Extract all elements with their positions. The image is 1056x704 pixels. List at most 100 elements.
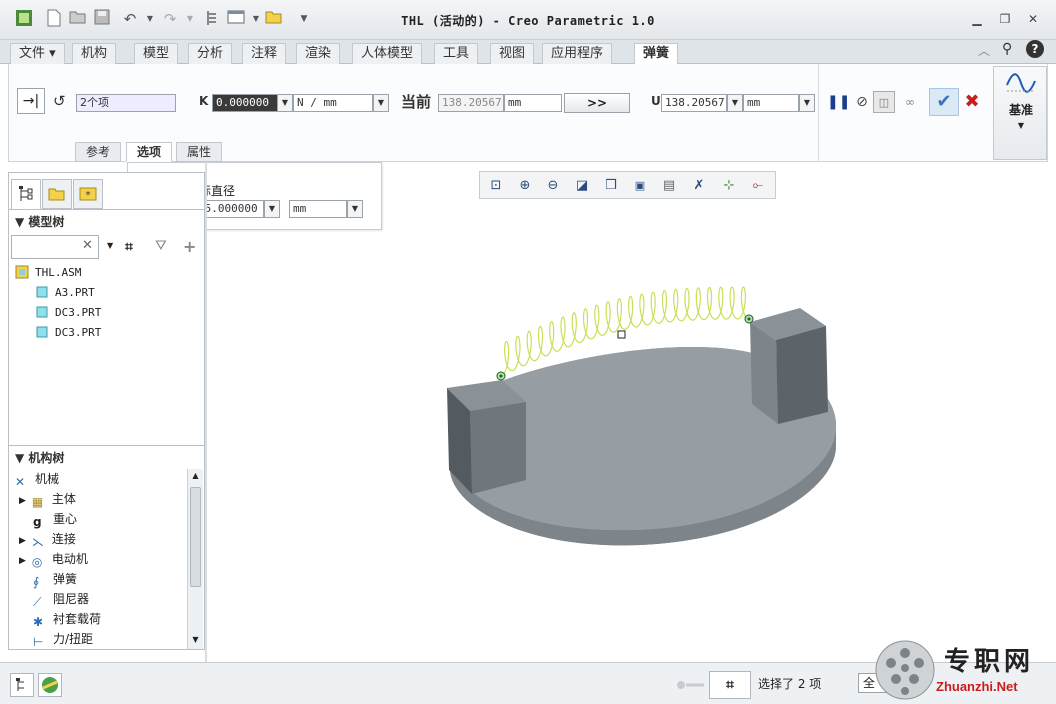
message-indicator	[676, 679, 704, 689]
bodies-icon: ▦	[31, 495, 44, 509]
connection-icon: ⋋	[31, 535, 44, 549]
minimize-button[interactable]: ▁	[966, 10, 988, 28]
scrollbar-thumb[interactable]	[190, 487, 201, 587]
drag-handle[interactable]	[617, 330, 626, 339]
mech-item-springs[interactable]: ∮ 弹簧	[33, 569, 77, 589]
tab-model[interactable]: 模型	[134, 43, 179, 64]
display-style-icon[interactable]: ❒	[600, 175, 622, 197]
expand-icon[interactable]: ▶	[19, 496, 26, 506]
subtab-options[interactable]: 选项	[126, 142, 173, 162]
tab-view[interactable]: 视图	[490, 43, 535, 64]
folder-browser-tab[interactable]	[42, 179, 72, 209]
tab-applications[interactable]: 应用程序	[542, 43, 613, 64]
u-label: U	[651, 94, 661, 108]
mech-item-motors[interactable]: ▶ ◎ 电动机	[19, 549, 88, 569]
tab-annotate[interactable]: 注释	[242, 43, 287, 64]
part-icon	[35, 305, 49, 319]
mechanism-scrollbar[interactable]: ▲ ▼	[187, 469, 203, 649]
tab-analysis[interactable]: 分析	[188, 43, 233, 64]
watermark-text: 专职网	[944, 647, 1035, 677]
mech-root[interactable]: ✕ 机械	[15, 469, 59, 489]
view-manager-icon[interactable]: ▤	[658, 175, 680, 197]
zoom-out-icon[interactable]: ⊖	[542, 175, 564, 197]
expand-icon[interactable]: ▶	[19, 556, 26, 566]
zoom-in-icon[interactable]: ⊕	[514, 175, 536, 197]
tree-settings-dropdown-icon[interactable]: ▼	[107, 241, 113, 250]
find-binoculars-icon[interactable]: ⌗	[709, 671, 751, 699]
no-preview-icon[interactable]: ⊘	[851, 91, 873, 113]
status-bar: ⌗ 选择了 2 项 全 专职网 Zhuanzhi.Net	[0, 640, 1056, 704]
mechanism-tree-header[interactable]: ▼ 机构树	[11, 449, 204, 467]
minimize-ribbon-icon[interactable]: ︿	[978, 42, 990, 59]
datum-display-icon[interactable]: ✗	[688, 175, 710, 197]
pause-icon[interactable]: ❚❚	[827, 91, 850, 113]
repaint-icon[interactable]: ◪	[571, 175, 593, 197]
tree-item-part[interactable]: DC3.PRT	[35, 303, 101, 323]
tree-item-asm[interactable]: THL.ASM	[15, 263, 81, 283]
tree-search-input[interactable]: ✕	[11, 235, 99, 259]
expand-icon[interactable]: ▶	[19, 536, 26, 546]
k-unit-select[interactable]: N / mm	[293, 94, 373, 112]
mech-item-gravity[interactable]: g 重心	[33, 509, 77, 529]
current-unit-field: mm	[504, 94, 562, 112]
spring-start-point[interactable]	[496, 371, 506, 381]
ok-checkmark-icon[interactable]: ✔	[929, 88, 959, 116]
tab-file[interactable]: 文件 ▾	[10, 43, 65, 64]
spring-end-point[interactable]	[744, 314, 754, 324]
cancel-x-icon[interactable]: ✖	[961, 91, 983, 113]
u-input[interactable]: 138.20567	[661, 94, 727, 112]
mech-item-connections[interactable]: ▶ ⋋ 连接	[19, 529, 76, 549]
u-unit-dropdown[interactable]: ▼	[799, 94, 815, 112]
watermark-logo	[874, 639, 936, 701]
extension-spring-icon[interactable]: →|	[17, 88, 45, 114]
spin-center-icon[interactable]: ⊹	[718, 175, 740, 197]
filter-icon[interactable]: ⛛	[155, 238, 167, 254]
saved-orientations-icon[interactable]: ▣	[629, 175, 651, 197]
model-tree-tab[interactable]	[11, 179, 41, 209]
tree-item-part[interactable]: A3.PRT	[35, 283, 95, 303]
model-tree-header[interactable]: ▼ 模型树	[11, 213, 204, 231]
tree-item-part[interactable]: DC3.PRT	[35, 323, 101, 343]
refit-icon[interactable]: ⊡	[485, 175, 507, 197]
u-unit-select[interactable]: mm	[743, 94, 799, 112]
tab-spring[interactable]: 弹簧	[634, 43, 679, 65]
add-column-icon[interactable]: +	[183, 237, 196, 256]
mech-item-force-torque[interactable]: ⊢ 力/扭距	[33, 629, 93, 649]
scroll-down-icon[interactable]: ▼	[188, 633, 203, 647]
tab-manikin[interactable]: 人体模型	[352, 43, 423, 64]
clear-icon[interactable]: ✕	[82, 238, 93, 253]
close-button[interactable]: ✕	[1022, 10, 1044, 28]
help-icon[interactable]: ?	[1026, 40, 1044, 58]
k-history-dropdown[interactable]: ▼	[277, 94, 293, 112]
apply-current-button[interactable]: >>	[564, 93, 630, 113]
annotation-display-icon[interactable]: ⟜	[747, 175, 769, 197]
tab-divider	[9, 209, 206, 210]
mech-item-dampers[interactable]: ⟋ 阻尼器	[33, 589, 89, 609]
favorites-tab[interactable]: *	[73, 179, 103, 209]
scroll-up-icon[interactable]: ▲	[188, 469, 203, 483]
references-collector[interactable]: 2个项	[76, 94, 176, 112]
mech-item-bushing-loads[interactable]: ✱ 衬套载荷	[33, 609, 101, 629]
datum-button[interactable]: 基准 ▼	[993, 66, 1047, 160]
tab-tools[interactable]: 工具	[434, 43, 479, 64]
k-input[interactable]: 0.000000	[212, 94, 278, 112]
direction-icon[interactable]: ↺	[53, 92, 66, 110]
mech-item-bodies[interactable]: ▶ ▦ 主体	[19, 489, 76, 509]
navigator-panel: * ▼ 模型树 ✕ ▼ ⌗ ⛛ + THL.ASM A3.PRT DC3.PRT…	[8, 172, 206, 650]
subtab-references[interactable]: 参考	[75, 142, 122, 162]
k-unit-dropdown[interactable]: ▼	[373, 94, 389, 112]
tab-mechanism[interactable]: 机构	[72, 43, 117, 64]
preview-glasses-icon[interactable]: ∞	[899, 91, 921, 113]
damper-icon: ⟋	[33, 595, 42, 609]
search-icon[interactable]: ⚲	[1002, 41, 1012, 57]
datum-dropdown-icon: ▼	[1017, 121, 1025, 130]
find-binoculars-icon[interactable]: ⌗	[125, 239, 133, 255]
show-navigator-icon[interactable]	[10, 673, 34, 697]
graphics-viewport[interactable]	[207, 200, 1056, 660]
subtab-properties[interactable]: 属性	[176, 142, 223, 162]
tab-render[interactable]: 渲染	[296, 43, 341, 64]
show-browser-icon[interactable]	[38, 673, 62, 697]
verify-icon[interactable]: ◫	[873, 91, 895, 113]
u-history-dropdown[interactable]: ▼	[727, 94, 743, 112]
maximize-button[interactable]: ❐	[994, 10, 1016, 28]
